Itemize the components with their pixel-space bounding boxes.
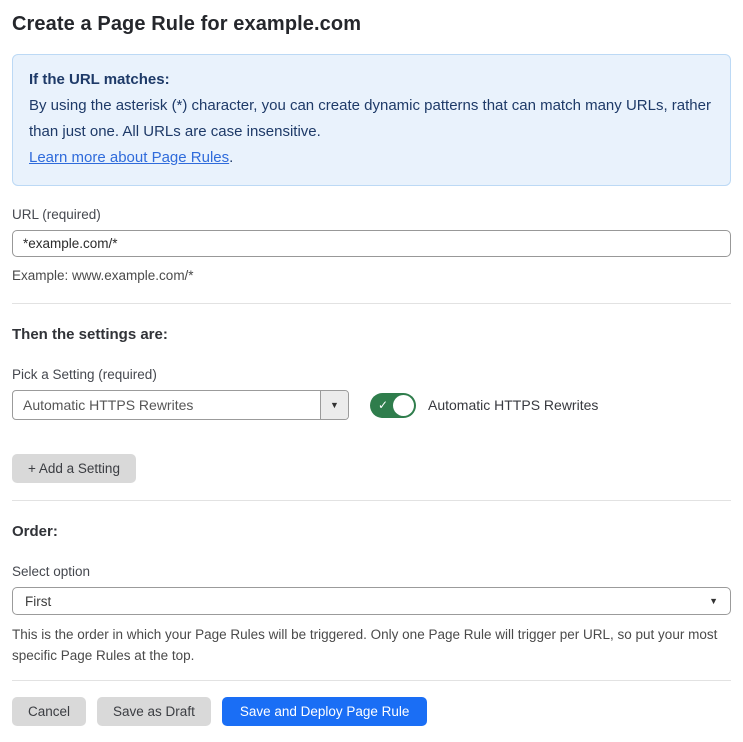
order-select-value: First (25, 593, 52, 609)
setting-dropdown[interactable]: Automatic HTTPS Rewrites ▼ (12, 390, 349, 420)
divider-url-settings (12, 303, 731, 304)
select-arrow-icon: ▼ (709, 596, 718, 606)
learn-more-link[interactable]: Learn more about Page Rules (29, 149, 229, 166)
save-and-deploy-button[interactable]: Save and Deploy Page Rule (221, 697, 428, 726)
page-rule-form: Create a Page Rule for example.com If th… (0, 13, 743, 742)
save-as-draft-button[interactable]: Save as Draft (97, 697, 211, 726)
info-box-body: By using the asterisk (*) character, you… (29, 97, 711, 140)
toggle-knob (393, 394, 414, 416)
order-select[interactable]: First ▼ (12, 587, 731, 615)
https-rewrites-toggle[interactable]: ✓ (370, 392, 416, 418)
url-input[interactable] (12, 230, 731, 257)
cancel-button[interactable]: Cancel (12, 697, 87, 726)
info-box-link-line: Learn more about Page Rules. (29, 145, 714, 171)
order-section-heading: Order: (12, 523, 58, 540)
setting-dropdown-button[interactable]: ▼ (320, 391, 348, 419)
url-field-label: URL (required) (12, 207, 101, 222)
setting-row: Automatic HTTPS Rewrites ▼ ✓ Automatic H… (12, 390, 731, 420)
divider-settings-order (12, 500, 731, 501)
toggle-check-icon: ✓ (378, 398, 389, 412)
page-title: Create a Page Rule for example.com (12, 13, 362, 35)
info-box-heading: If the URL matches: (29, 71, 170, 88)
order-helper-text: This is the order in which your Page Rul… (12, 627, 718, 663)
pick-setting-label: Pick a Setting (required) (12, 367, 157, 382)
settings-section-heading: Then the settings are: (12, 326, 168, 343)
footer-actions: Cancel Save as Draft Save and Deploy Pag… (12, 697, 731, 726)
url-example-helper: Example: www.example.com/* (12, 268, 194, 283)
add-setting-button[interactable]: + Add a Setting (12, 454, 136, 483)
toggle-label: Automatic HTTPS Rewrites (428, 397, 599, 413)
chevron-down-icon: ▼ (330, 400, 339, 410)
select-option-label: Select option (12, 564, 91, 579)
divider-footer (12, 680, 731, 681)
setting-dropdown-value: Automatic HTTPS Rewrites (23, 397, 194, 413)
link-suffix: . (229, 149, 234, 166)
url-matches-info-box: If the URL matches: By using the asteris… (12, 54, 731, 186)
